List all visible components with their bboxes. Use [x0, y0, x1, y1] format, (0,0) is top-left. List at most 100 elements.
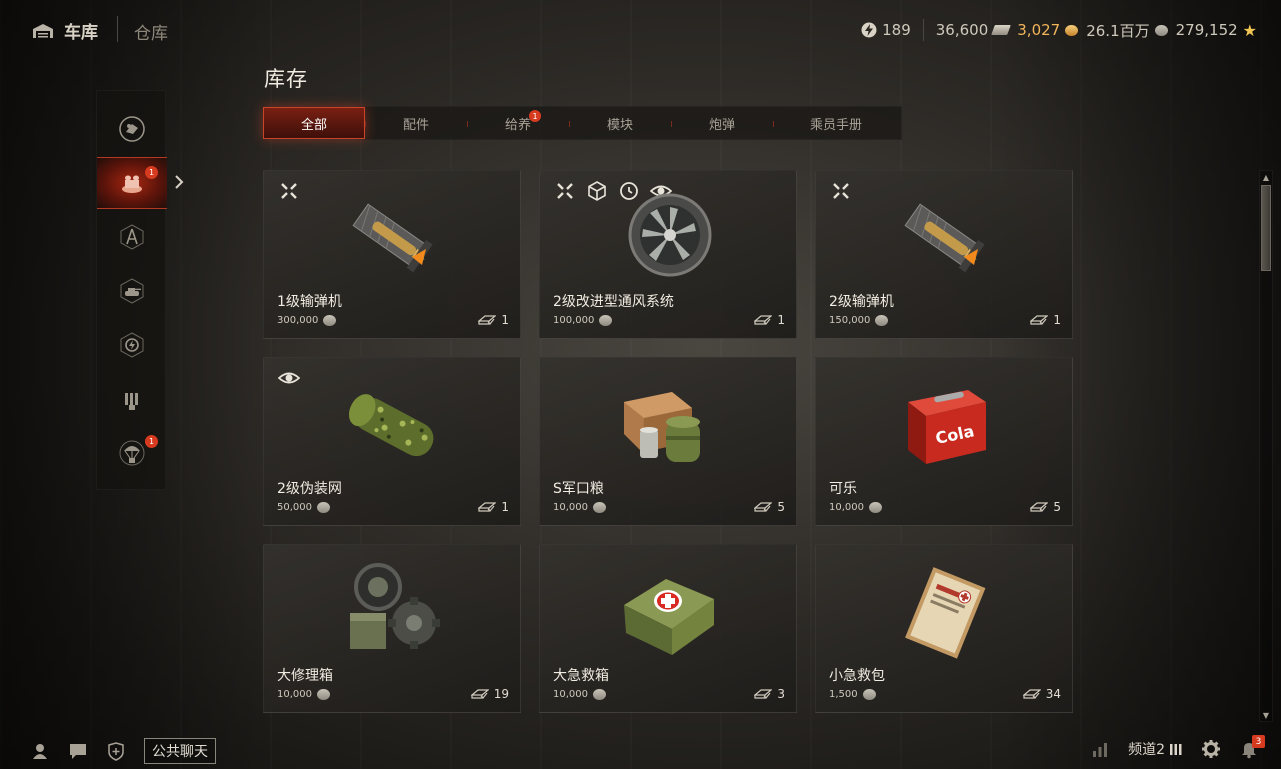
- chat-icon[interactable]: [68, 741, 88, 761]
- ventilation-image: [628, 193, 712, 277]
- stock-icon: [754, 689, 773, 699]
- garage-nav[interactable]: 车库: [32, 18, 98, 43]
- chevron-right-icon[interactable]: [172, 172, 186, 192]
- cube-icon: [588, 181, 606, 201]
- bottom-bar: 公共聊天 频道2 3: [0, 733, 1281, 769]
- price-value: 10,000: [553, 502, 588, 513]
- camo-net-image: [348, 394, 434, 457]
- price-value: 300,000: [277, 315, 319, 326]
- cola-box-image: Cola: [908, 390, 986, 464]
- item-card-repair-kit[interactable]: 大修理箱 10,000 19: [263, 544, 521, 713]
- clan-icon[interactable]: [106, 741, 126, 761]
- sidebar: 1 1: [96, 90, 167, 490]
- tab-modules[interactable]: 模块: [569, 107, 671, 139]
- stock-icon: [754, 502, 773, 512]
- free-xp[interactable]: 189: [861, 21, 911, 39]
- item-price: 10,000: [277, 689, 330, 700]
- item-name: 大急救箱: [553, 668, 609, 684]
- count-value: 5: [1053, 500, 1061, 514]
- count-value: 1: [501, 313, 509, 327]
- scrollbar[interactable]: ▲ ▼: [1259, 170, 1273, 722]
- sidebar-item-boosters[interactable]: [97, 319, 167, 371]
- garage-icon: [32, 23, 54, 39]
- tab-consumables[interactable]: 给养 1: [467, 107, 569, 139]
- warehouse-nav[interactable]: 仓库: [134, 19, 168, 44]
- tab-equipment[interactable]: 配件: [365, 107, 467, 139]
- credits-icon: [875, 315, 889, 326]
- item-card-rammer-1[interactable]: 1级输弹机 300,000 1: [263, 170, 521, 339]
- notifications-button[interactable]: 3: [1239, 735, 1265, 759]
- item-card-rations[interactable]: S军口粮 10,000 5: [539, 357, 797, 526]
- stock-icon: [1030, 315, 1049, 325]
- repair-kit-image: [350, 563, 440, 649]
- item-count: 3: [754, 687, 785, 701]
- bonds[interactable]: 36,600: [935, 21, 1012, 39]
- card-flags: [278, 180, 300, 202]
- price-value: 150,000: [829, 315, 871, 326]
- price-value: 50,000: [277, 502, 312, 513]
- sidebar-item-consumables[interactable]: 1: [97, 157, 167, 209]
- credits-value: 26.1百万: [1086, 21, 1150, 40]
- equipment-icon: [119, 116, 145, 142]
- sidebar-item-vehicles[interactable]: [97, 265, 167, 317]
- item-count: 34: [1022, 687, 1061, 701]
- channel-label: 频道2: [1128, 742, 1165, 758]
- gear-icon[interactable]: [1201, 739, 1221, 759]
- free-xp-value: 189: [882, 21, 911, 39]
- experience[interactable]: 279,152 ★: [1176, 21, 1257, 40]
- tab-all[interactable]: 全部: [263, 107, 365, 139]
- stats-icon[interactable]: [1090, 739, 1110, 759]
- contacts-icon[interactable]: [30, 741, 50, 761]
- sidebar-item-supply-drop[interactable]: 1: [97, 427, 167, 479]
- bottom-right-controls: 频道2 3: [1090, 735, 1265, 759]
- bonds-value: 36,600: [935, 21, 989, 39]
- notification-badge: 3: [1252, 735, 1265, 748]
- price-value: 10,000: [553, 689, 588, 700]
- bottom-left-controls: 公共聊天: [30, 738, 216, 764]
- notification-badge: 1: [529, 110, 541, 122]
- scroll-down-icon[interactable]: ▼: [1260, 709, 1272, 721]
- item-count: 1: [478, 313, 509, 327]
- item-price: 300,000: [277, 315, 337, 326]
- upgrade-icon: [557, 183, 573, 199]
- currency-divider: [922, 19, 924, 41]
- sidebar-item-modules[interactable]: [97, 211, 167, 263]
- stock-icon: [754, 315, 773, 325]
- item-card-rammer-2[interactable]: 2级输弹机 150,000 1: [815, 170, 1073, 339]
- item-card-first-aid-large[interactable]: 大急救箱 10,000 3: [539, 544, 797, 713]
- stock-icon: [1030, 502, 1049, 512]
- garage-label: 车库: [64, 23, 98, 43]
- scroll-thumb[interactable]: [1261, 185, 1271, 271]
- rammer-image: [904, 203, 985, 273]
- sidebar-item-equipment[interactable]: [97, 103, 167, 155]
- item-count: 5: [754, 500, 785, 514]
- tab-label: 全部: [300, 117, 327, 133]
- card-flags: [830, 180, 852, 202]
- item-card-camo-net[interactable]: 2级伪装网 50,000 1: [263, 357, 521, 526]
- nav-divider: [117, 16, 118, 42]
- credits-icon: [317, 689, 330, 700]
- tab-crew-books[interactable]: 乘员手册: [773, 107, 899, 139]
- boosters-icon: [120, 332, 144, 358]
- credits[interactable]: 26.1百万: [1086, 20, 1168, 41]
- channel-selector[interactable]: 频道2: [1128, 739, 1183, 759]
- public-chat-button[interactable]: 公共聊天: [144, 738, 216, 764]
- sidebar-item-shells[interactable]: [97, 373, 167, 425]
- item-price: 1,500: [829, 689, 876, 700]
- credits-icon: [593, 502, 606, 513]
- first-aid-kit-image: [624, 579, 714, 655]
- rations-image: [624, 392, 700, 462]
- tab-shells[interactable]: 炮弹: [671, 107, 773, 139]
- item-price: 10,000: [553, 502, 606, 513]
- signal-bars-icon: [1170, 744, 1182, 755]
- category-tabs: 全部 配件 给养 1 模块 炮弹 乘员手册: [262, 106, 902, 140]
- count-value: 3: [777, 687, 785, 701]
- item-count: 1: [478, 500, 509, 514]
- gold[interactable]: 3,027: [1017, 21, 1079, 39]
- item-card-first-aid-small[interactable]: 小急救包 1,500 34: [815, 544, 1073, 713]
- item-card-ventilation[interactable]: 2级改进型通风系统 100,000 1: [539, 170, 797, 339]
- count-value: 5: [777, 500, 785, 514]
- scroll-up-icon[interactable]: ▲: [1260, 171, 1272, 183]
- item-name: 2级伪装网: [277, 481, 342, 497]
- item-card-cola[interactable]: Cola 可乐 10,000 5: [815, 357, 1073, 526]
